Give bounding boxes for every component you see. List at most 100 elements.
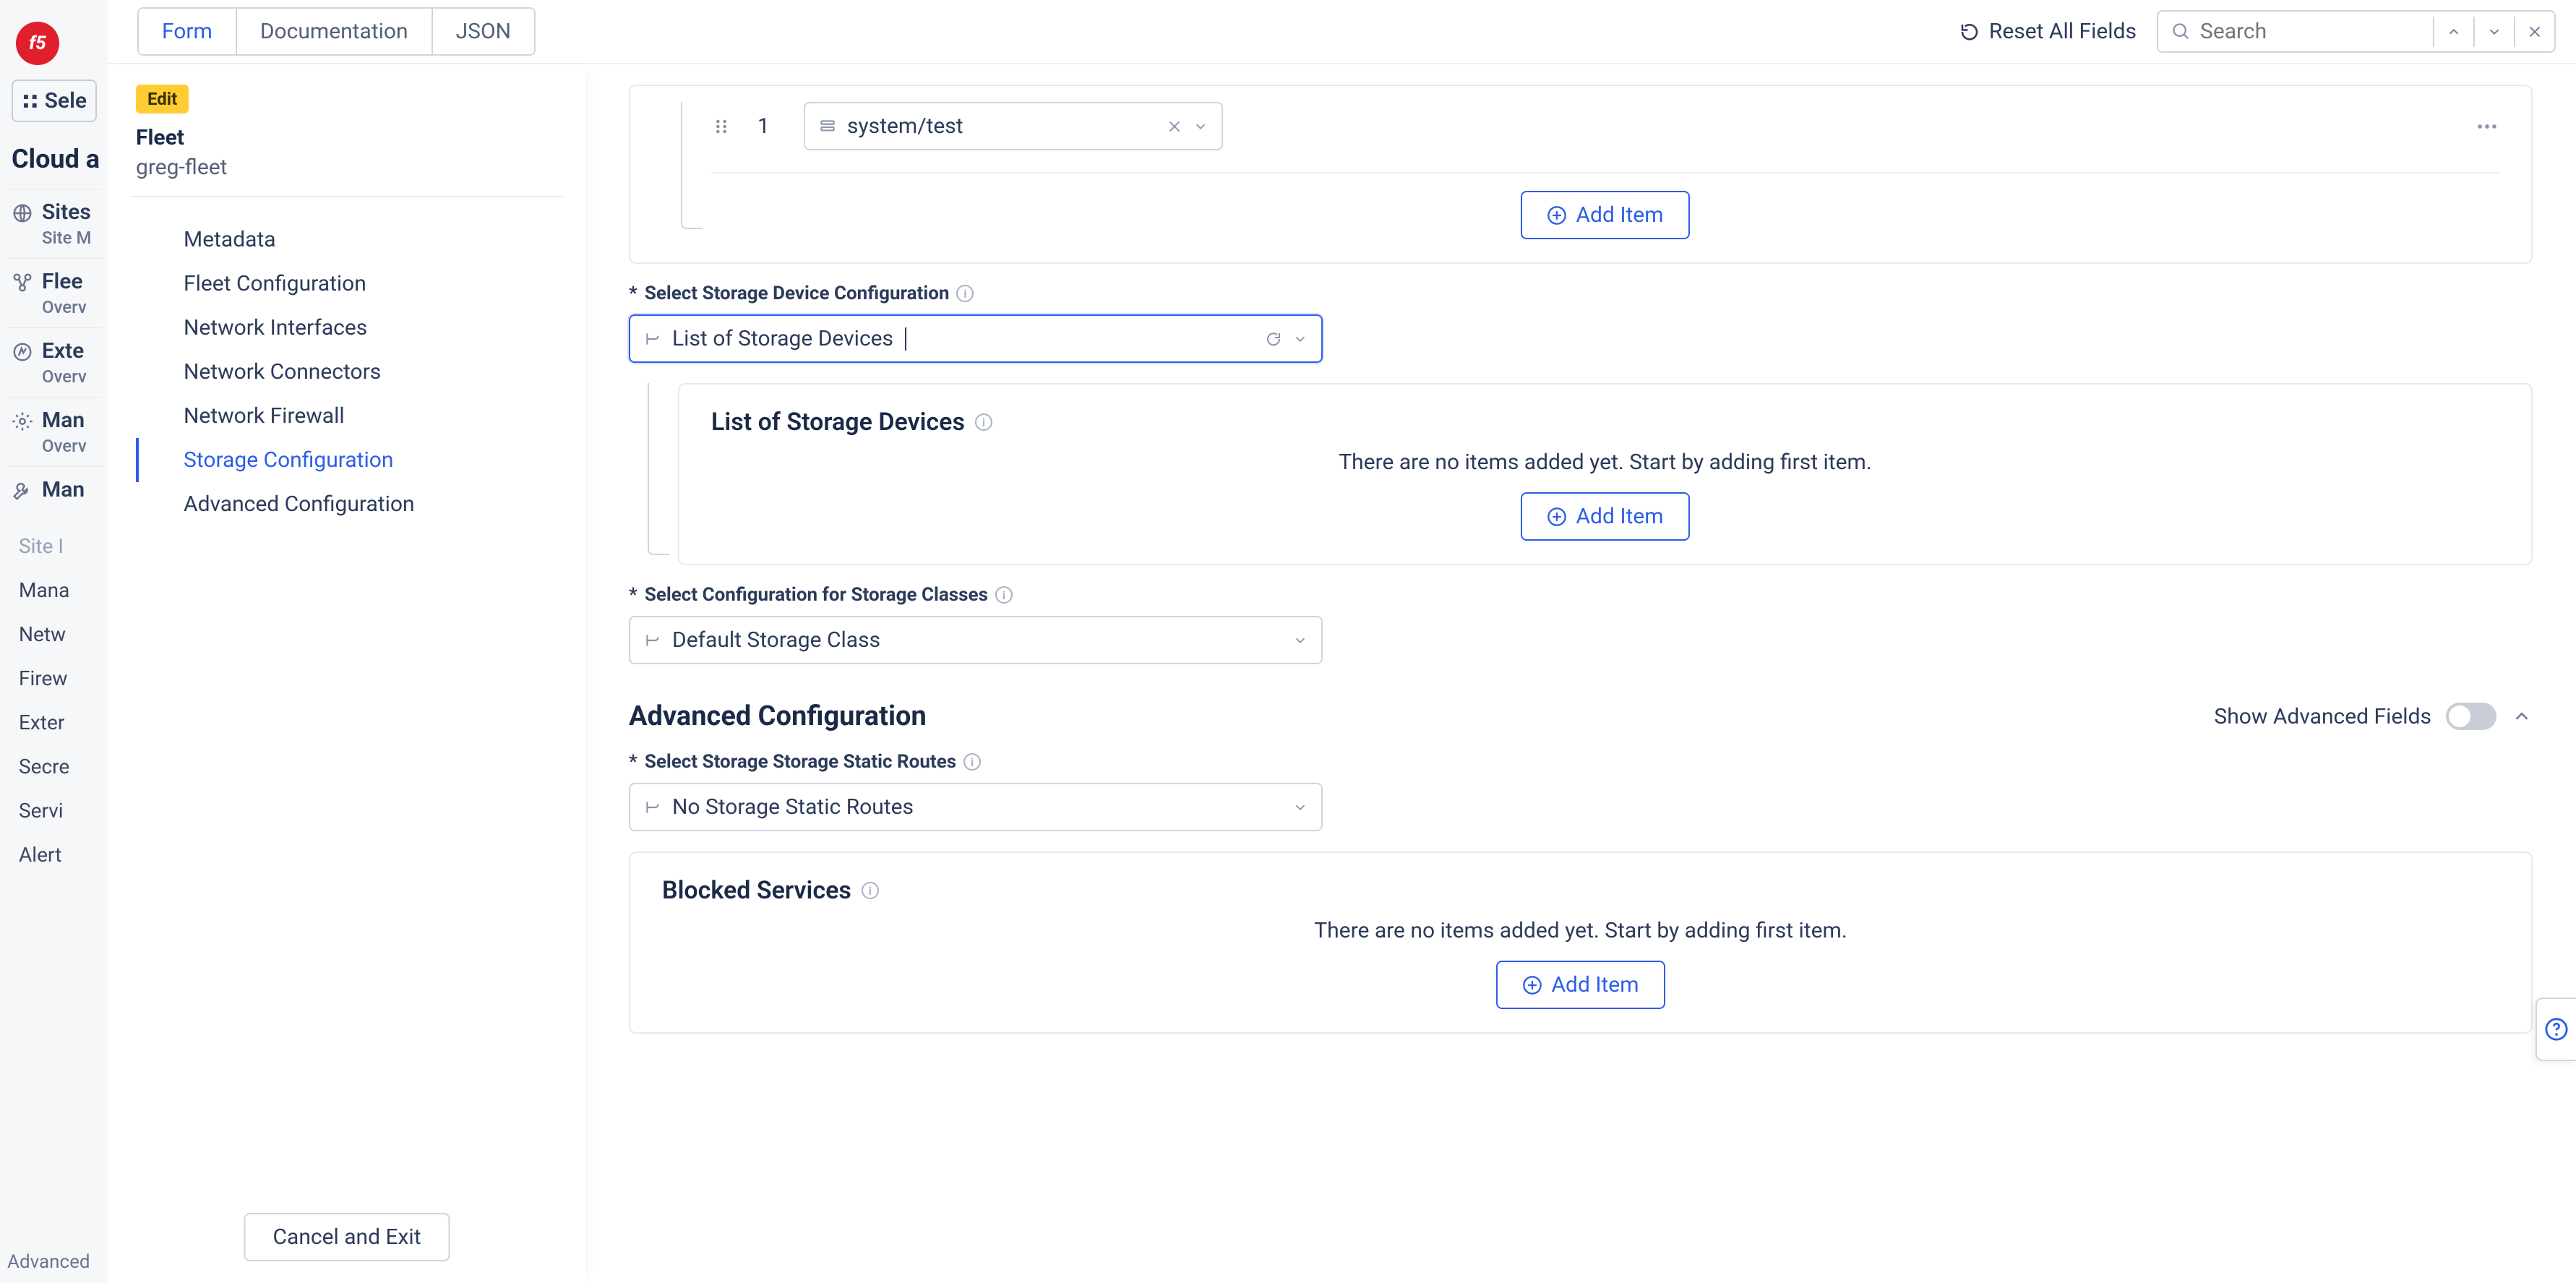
- branch-icon: [643, 798, 662, 817]
- object-name: greg-fleet: [136, 155, 585, 180]
- nav-item-storage-configuration[interactable]: Storage Configuration: [136, 438, 585, 482]
- empty-state: There are no items added yet. Start by a…: [711, 450, 2499, 475]
- help-fab[interactable]: [2536, 997, 2576, 1061]
- plus-circle-icon: [1547, 205, 1567, 226]
- show-advanced-toggle[interactable]: [2446, 703, 2496, 730]
- nav-item-metadata[interactable]: Metadata: [136, 218, 585, 262]
- edit-sheet: FormDocumentationJSON Reset All Fields E…: [108, 0, 2576, 1283]
- storage-classes-label: *Select Configuration for Storage Classe…: [629, 584, 2533, 606]
- reset-icon: [1959, 21, 1980, 43]
- mode-badge: Edit: [136, 85, 189, 113]
- interface-select[interactable]: system/test: [804, 102, 1223, 150]
- object-icon: [818, 117, 837, 136]
- breadcrumb: Fleet greg-fleet: [136, 125, 585, 180]
- f5-logo: f5: [16, 22, 59, 65]
- static-routes-select[interactable]: No Storage Static Routes: [629, 783, 1323, 831]
- add-item-label: Add Item: [1576, 202, 1663, 228]
- close-icon: [2527, 24, 2543, 40]
- search-input[interactable]: [2200, 19, 2417, 44]
- interface-row: 1 system/test: [711, 102, 2499, 150]
- underlay-link[interactable]: Servi: [6, 789, 103, 833]
- wrench-icon: [12, 480, 33, 502]
- storage-device-label: *Select Storage Device Configurationi: [629, 283, 2533, 304]
- info-icon[interactable]: i: [963, 753, 981, 771]
- underlay-sidebar: f5 Sele Cloud a SitesSite MFleeOvervExte…: [0, 0, 108, 1283]
- underlay-link[interactable]: Firew: [6, 656, 103, 700]
- chevron-down-icon[interactable]: [1292, 331, 1308, 347]
- search-icon: [2171, 22, 2191, 42]
- add-interface-button[interactable]: Add Item: [1521, 191, 1689, 239]
- chevron-down-icon[interactable]: [1292, 799, 1308, 815]
- workspace-selector[interactable]: Sele: [12, 80, 97, 122]
- search-next-button[interactable]: [2473, 17, 2514, 47]
- gear-icon: [12, 411, 33, 432]
- underlay-link[interactable]: Site I: [6, 524, 103, 568]
- underlay-link[interactable]: Mana: [6, 568, 103, 612]
- tab-documentation[interactable]: Documentation: [236, 9, 432, 54]
- storage-classes-value: Default Storage Class: [672, 627, 880, 653]
- row-actions-button[interactable]: [2475, 114, 2499, 139]
- add-item-label: Add Item: [1576, 504, 1663, 529]
- grid-icon: [22, 92, 39, 111]
- info-icon[interactable]: i: [995, 586, 1013, 604]
- object-type: Fleet: [136, 125, 585, 150]
- help-icon: [2544, 1017, 2569, 1042]
- storage-device-value: List of Storage Devices: [672, 326, 893, 351]
- storage-classes-select[interactable]: Default Storage Class: [629, 616, 1323, 664]
- underlay-nav-item[interactable]: ExteOverv: [6, 327, 103, 397]
- underlay-nav-item[interactable]: SitesSite M: [6, 189, 103, 258]
- chevron-down-icon[interactable]: [1292, 632, 1308, 648]
- info-icon[interactable]: i: [862, 882, 879, 899]
- search-input-wrap[interactable]: [2158, 12, 2433, 51]
- more-horizontal-icon: [2475, 114, 2499, 139]
- search-close-button[interactable]: [2514, 17, 2554, 47]
- underlay-link[interactable]: Alert: [6, 833, 103, 877]
- empty-state: There are no items added yet. Start by a…: [662, 918, 2499, 943]
- clear-icon[interactable]: [1167, 119, 1182, 134]
- search-group: [2157, 10, 2556, 53]
- plus-circle-icon: [1547, 507, 1567, 527]
- search-prev-button[interactable]: [2433, 17, 2473, 47]
- cancel-button[interactable]: Cancel and Exit: [244, 1213, 450, 1261]
- storage-device-select[interactable]: List of Storage Devices: [629, 314, 1323, 363]
- topbar: FormDocumentationJSON Reset All Fields: [108, 0, 2576, 64]
- link-icon: [12, 341, 33, 363]
- blocked-services-card-title: Blocked Servicesi: [662, 876, 2499, 905]
- tab-json[interactable]: JSON: [432, 9, 534, 54]
- modal-overlay: FormDocumentationJSON Reset All Fields E…: [108, 0, 2576, 1283]
- nav-item-advanced-configuration[interactable]: Advanced Configuration: [136, 482, 585, 526]
- tab-form[interactable]: Form: [139, 9, 236, 54]
- show-advanced-label: Show Advanced Fields: [2214, 704, 2431, 729]
- nav-item-network-connectors[interactable]: Network Connectors: [136, 350, 585, 394]
- underlay-nav-item[interactable]: FleeOverv: [6, 258, 103, 327]
- drag-handle-icon[interactable]: [711, 116, 731, 137]
- static-routes-value: No Storage Static Routes: [672, 794, 914, 820]
- nav-item-fleet-configuration[interactable]: Fleet Configuration: [136, 262, 585, 306]
- reset-label: Reset All Fields: [1989, 19, 2137, 44]
- reset-all-fields-button[interactable]: Reset All Fields: [1959, 19, 2137, 44]
- footer-link[interactable]: Advanced: [7, 1251, 90, 1273]
- nav-item-network-interfaces[interactable]: Network Interfaces: [136, 306, 585, 350]
- advanced-config-header: Advanced Configuration Show Advanced Fie…: [629, 700, 2533, 732]
- branch-icon: [643, 330, 662, 348]
- add-blocked-service-button[interactable]: Add Item: [1496, 961, 1665, 1009]
- chevron-down-icon[interactable]: [1193, 119, 1208, 134]
- interface-value: system/test: [847, 113, 963, 139]
- underlay-link[interactable]: Netw: [6, 612, 103, 656]
- info-icon[interactable]: i: [975, 413, 992, 431]
- underlay-nav-item[interactable]: Man: [6, 466, 103, 512]
- nodes-icon: [12, 272, 33, 293]
- collapse-icon[interactable]: [2511, 705, 2533, 727]
- nav-item-network-firewall[interactable]: Network Firewall: [136, 394, 585, 438]
- info-icon[interactable]: i: [956, 285, 974, 302]
- selector-label: Sele: [45, 88, 87, 113]
- form-main[interactable]: 1 system/test: [585, 64, 2576, 1283]
- row-index: 1: [757, 113, 778, 139]
- section-nav: MetadataFleet ConfigurationNetwork Inter…: [108, 218, 585, 526]
- underlay-link[interactable]: Exter: [6, 700, 103, 745]
- globe-icon: [12, 202, 33, 224]
- add-storage-device-button[interactable]: Add Item: [1521, 492, 1689, 541]
- underlay-nav-item[interactable]: ManOverv: [6, 397, 103, 466]
- underlay-link[interactable]: Secre: [6, 745, 103, 789]
- refresh-icon[interactable]: [1265, 330, 1282, 348]
